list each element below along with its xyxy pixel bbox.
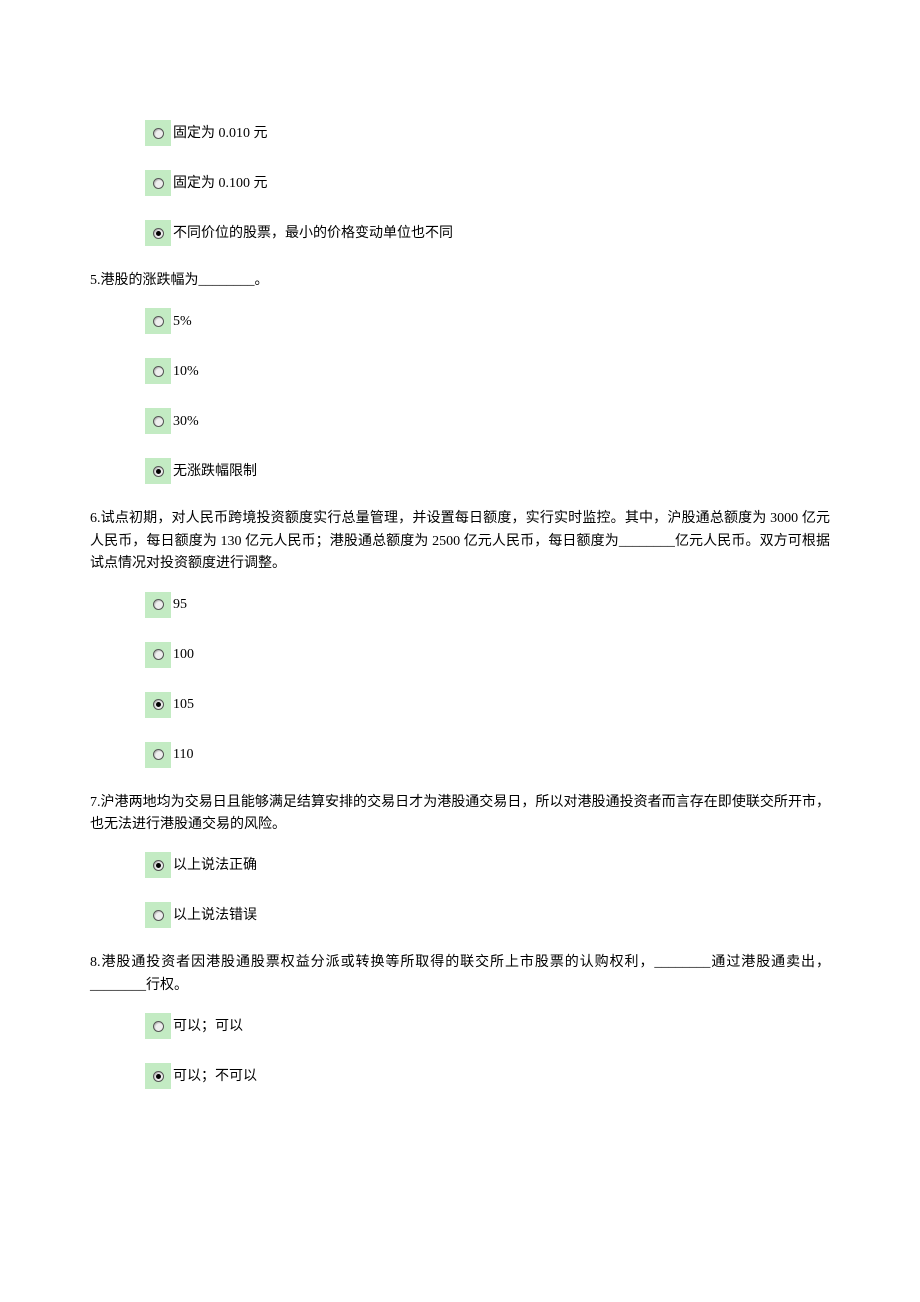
radio-icon [153, 749, 164, 760]
q7-option-1-label: 以上说法正确 [173, 855, 257, 878]
radio-button[interactable] [145, 642, 171, 668]
radio-icon [153, 860, 164, 871]
q7-option-2: 以上说法错误 [145, 902, 830, 928]
radio-icon [153, 128, 164, 139]
radio-icon [153, 649, 164, 660]
q8-option-1-label: 可以；可以 [173, 1016, 243, 1039]
radio-button[interactable] [145, 408, 171, 434]
radio-icon [153, 599, 164, 610]
radio-icon [153, 316, 164, 327]
radio-button[interactable] [145, 458, 171, 484]
q4-option-2-label: 固定为 0.100 元 [173, 173, 268, 196]
q5-option-2-label: 10% [173, 361, 199, 384]
radio-button[interactable] [145, 852, 171, 878]
q6-option-2-label: 100 [173, 644, 194, 667]
q4-option-3-label: 不同价位的股票，最小的价格变动单位也不同 [173, 223, 453, 246]
q5-option-3: 30% [145, 408, 830, 434]
q8-option-1: 可以；可以 [145, 1013, 830, 1039]
radio-icon [153, 178, 164, 189]
radio-button[interactable] [145, 358, 171, 384]
radio-button[interactable] [145, 692, 171, 718]
radio-icon [153, 416, 164, 427]
q4-option-1-label: 固定为 0.010 元 [173, 123, 268, 146]
q7-option-2-label: 以上说法错误 [173, 905, 257, 928]
radio-button[interactable] [145, 1013, 171, 1039]
q7-option-1: 以上说法正确 [145, 852, 830, 878]
radio-icon [153, 228, 164, 239]
q5-option-2: 10% [145, 358, 830, 384]
q8-option-2-label: 可以；不可以 [173, 1066, 257, 1089]
q6-option-3: 105 [145, 692, 830, 718]
q6-option-1-label: 95 [173, 594, 187, 617]
q5-option-1: 5% [145, 308, 830, 334]
q4-option-1: 固定为 0.010 元 [145, 120, 830, 146]
radio-button[interactable] [145, 170, 171, 196]
q5-option-3-label: 30% [173, 411, 199, 434]
q6-option-4: 110 [145, 742, 830, 768]
radio-button[interactable] [145, 220, 171, 246]
q6-option-4-label: 110 [173, 744, 193, 767]
q5-text: 5.港股的涨跌幅为________。 [90, 270, 830, 292]
q4-option-3: 不同价位的股票，最小的价格变动单位也不同 [145, 220, 830, 246]
q7-text: 7.沪港两地均为交易日且能够满足结算安排的交易日才为港股通交易日，所以对港股通投… [90, 792, 830, 837]
q8-text: 8.港股通投资者因港股通股票权益分派或转换等所取得的联交所上市股票的认购权利，_… [90, 952, 830, 997]
radio-icon [153, 1071, 164, 1082]
radio-icon [153, 1021, 164, 1032]
radio-icon [153, 699, 164, 710]
radio-button[interactable] [145, 1063, 171, 1089]
q8-option-2: 可以；不可以 [145, 1063, 830, 1089]
radio-button[interactable] [145, 308, 171, 334]
q6-option-1: 95 [145, 592, 830, 618]
radio-icon [153, 910, 164, 921]
radio-button[interactable] [145, 592, 171, 618]
q5-option-4: 无涨跌幅限制 [145, 458, 830, 484]
q4-option-2: 固定为 0.100 元 [145, 170, 830, 196]
q6-option-3-label: 105 [173, 694, 194, 717]
radio-button[interactable] [145, 902, 171, 928]
radio-button[interactable] [145, 742, 171, 768]
radio-icon [153, 366, 164, 377]
q6-text: 6.试点初期，对人民币跨境投资额度实行总量管理，并设置每日额度，实行实时监控。其… [90, 508, 830, 575]
radio-icon [153, 466, 164, 477]
radio-button[interactable] [145, 120, 171, 146]
q5-option-4-label: 无涨跌幅限制 [173, 461, 257, 484]
q6-option-2: 100 [145, 642, 830, 668]
q5-option-1-label: 5% [173, 311, 192, 334]
